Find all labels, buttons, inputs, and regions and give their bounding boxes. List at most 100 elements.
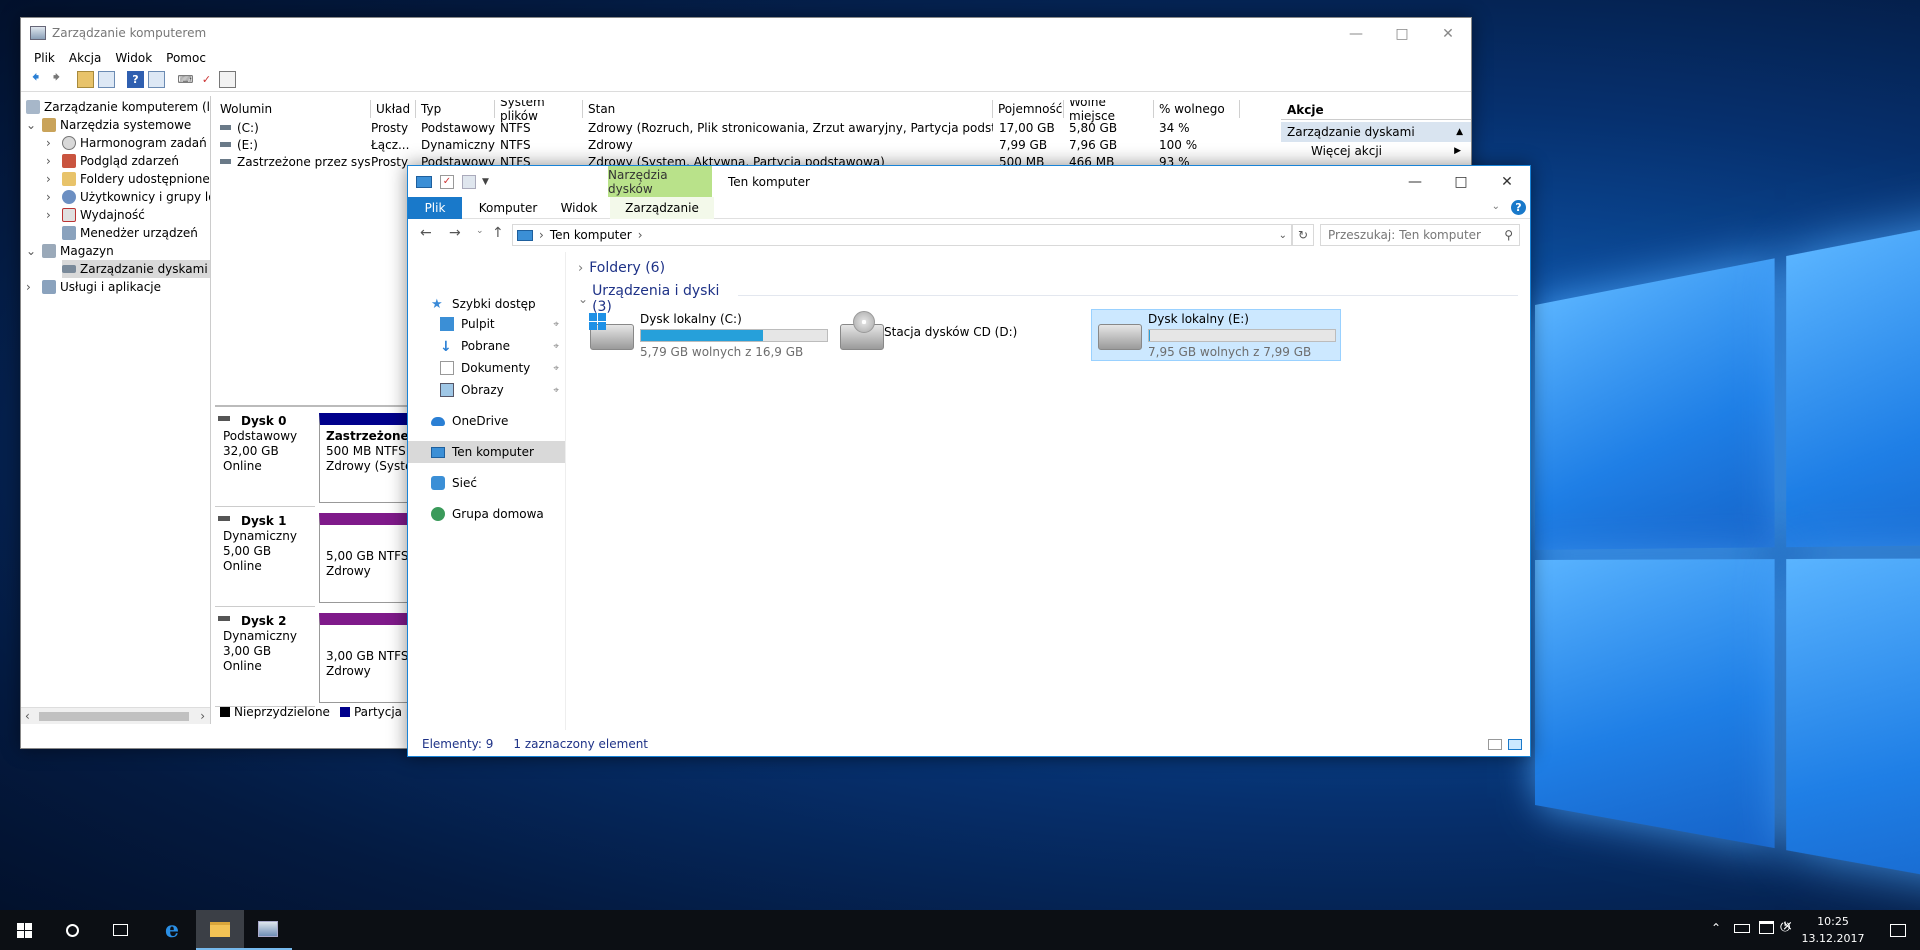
nav-item[interactable]: Sieć [408, 472, 565, 494]
properties-icon[interactable]: ✓ [440, 174, 454, 189]
col-volume[interactable]: Wolumin [215, 100, 371, 118]
col-status[interactable]: Stan [583, 100, 993, 118]
chevron-right-icon[interactable]: › [46, 190, 62, 204]
volume-cell[interactable]: 17,00 GB [999, 120, 1064, 137]
refresh-button[interactable]: ↻ [1292, 224, 1314, 246]
show-tree-icon[interactable] [98, 71, 115, 88]
details-view-icon[interactable] [1488, 738, 1502, 750]
tree-system-tools[interactable]: ⌄ Narzędzia systemowe [26, 116, 191, 134]
nav-item[interactable]: ★ Szybki dostęp [408, 293, 565, 315]
nav-item[interactable]: Dokumenty ⌖ [408, 357, 565, 379]
volume-cell[interactable]: 100 % [1159, 137, 1239, 154]
address-dropdown-icon[interactable]: ⌄ [1279, 230, 1287, 241]
tab-manage[interactable]: Zarządzanie [610, 197, 714, 219]
maximize-button[interactable]: □ [1379, 18, 1425, 49]
volume-cell[interactable]: 34 % [1159, 120, 1239, 137]
new-folder-icon[interactable] [462, 174, 476, 189]
close-button[interactable]: ✕ [1484, 166, 1530, 197]
tree-disk-management[interactable]: Zarządzanie dyskami [62, 260, 210, 278]
horizontal-scrollbar[interactable]: ‹ › [21, 707, 210, 724]
chevron-down-icon[interactable]: ⌄ [26, 118, 42, 132]
disk-info[interactable]: Dysk 1 Dynamiczny 5,00 GB Online [215, 511, 315, 607]
chevron-right-icon[interactable]: › [578, 261, 583, 276]
task-view-button[interactable] [96, 910, 144, 950]
connect-icon[interactable]: ⌨ [177, 71, 194, 88]
volume-cell[interactable]: Zastrzeżone przez system [237, 154, 371, 171]
search-box[interactable]: Przeszukaj: Ten komputer ⚲ [1320, 224, 1520, 246]
chevron-right-icon[interactable]: › [46, 172, 62, 186]
col-percent-free[interactable]: % wolnego [1154, 100, 1240, 118]
disk-info[interactable]: Dysk 0 Podstawowy 32,00 GB Online [215, 411, 315, 507]
tree-shared-folders[interactable]: › Foldery udostępnione [46, 170, 210, 188]
col-capacity[interactable]: Pojemność [993, 100, 1064, 118]
maximize-button[interactable]: □ [1438, 166, 1484, 197]
volume-cell[interactable]: Łącz... [371, 137, 416, 154]
tree-services-apps[interactable]: › Usługi i aplikacje [26, 278, 161, 296]
show-hidden-icons-icon[interactable]: ⌃ [1711, 921, 1721, 935]
breadcrumb-chevron-icon[interactable]: › [539, 228, 544, 242]
battery-icon[interactable] [1734, 924, 1750, 933]
tree-users-groups[interactable]: › Użytkownicy i grupy lok [46, 188, 210, 206]
volume-cell[interactable]: 7,99 GB [999, 137, 1064, 154]
chevron-right-icon[interactable]: › [26, 280, 42, 294]
scroll-thumb[interactable] [39, 712, 189, 721]
help-icon[interactable]: ? [127, 71, 144, 88]
minimize-button[interactable]: — [1333, 18, 1379, 49]
volume-cell[interactable]: 5,80 GB [1069, 120, 1154, 137]
volume-cell[interactable]: 7,96 GB [1069, 137, 1154, 154]
start-button[interactable] [0, 910, 48, 950]
tree-root[interactable]: Zarządzanie komputerem (loka [26, 98, 210, 116]
menu-help[interactable]: Pomoc [159, 51, 213, 65]
nav-item[interactable]: OneDrive [408, 410, 565, 432]
search-icon[interactable]: ⚲ [1504, 228, 1513, 242]
drive-tile[interactable]: Stacja dysków CD (D:) [833, 309, 1083, 361]
speaker-icon[interactable]: × [1782, 919, 1793, 934]
back-arrow-icon[interactable]: 🠸 [27, 68, 44, 88]
up-folder-icon[interactable] [77, 71, 94, 88]
network-icon[interactable] [1759, 921, 1774, 934]
recent-dropdown-icon[interactable]: ⌄ [476, 226, 484, 236]
breadcrumb-chevron-icon[interactable]: › [638, 228, 643, 242]
volume-cell[interactable]: NTFS [500, 120, 583, 137]
chevron-right-icon[interactable]: › [46, 208, 62, 222]
notifications-button[interactable] [1876, 910, 1920, 950]
back-arrow-icon[interactable]: ← [420, 225, 432, 241]
edge-taskbar-button[interactable]: e [148, 910, 196, 950]
chevron-down-icon[interactable]: ⌄ [578, 292, 588, 306]
pin-icon[interactable]: ⌖ [553, 341, 559, 352]
col-type[interactable]: Typ [416, 100, 495, 118]
nav-item[interactable]: Ten komputer [408, 441, 565, 463]
volume-cell[interactable]: Prosty [371, 120, 416, 137]
forward-arrow-icon[interactable]: → [449, 225, 461, 241]
nav-item[interactable]: Obrazy ⌖ [408, 379, 565, 401]
menu-view[interactable]: Widok [108, 51, 159, 65]
search-button[interactable] [48, 910, 96, 950]
chevron-right-icon[interactable]: › [46, 136, 62, 150]
file-explorer-taskbar-button[interactable] [196, 910, 244, 950]
computer-management-taskbar-button[interactable] [244, 910, 292, 950]
volume-cell[interactable]: Zdrowy [588, 137, 993, 154]
more-actions[interactable]: Więcej akcji ▶ [1281, 142, 1471, 160]
menu-action[interactable]: Akcja [62, 51, 108, 65]
col-free-space[interactable]: Wolne miejsce [1064, 100, 1154, 123]
tree-task-scheduler[interactable]: › Harmonogram zadań [46, 134, 207, 152]
up-arrow-icon[interactable]: ↑ [492, 225, 504, 241]
quick-access-dropdown-icon[interactable]: ▼ [482, 177, 489, 187]
scroll-left-icon[interactable]: ‹ [25, 709, 30, 723]
partition-block[interactable]: 5,00 GB NTFS Zdrowy [319, 513, 415, 603]
minimize-button[interactable]: — [1392, 166, 1438, 197]
actions-section[interactable]: Zarządzanie dyskami ▲ [1281, 122, 1471, 142]
scroll-right-icon[interactable]: › [200, 709, 205, 723]
chevron-down-icon[interactable]: ⌄ [26, 244, 42, 258]
partition-block[interactable]: Zastrzeżone p 500 MB NTFS Zdrowy (Syster [319, 413, 415, 503]
breadcrumb-this-pc[interactable]: Ten komputer [550, 228, 632, 242]
menu-file[interactable]: Plik [27, 51, 62, 65]
group-folders[interactable]: › Foldery (6) [578, 260, 665, 276]
properties-icon[interactable] [148, 71, 165, 88]
nav-item[interactable]: ↓ Pobrane ⌖ [408, 335, 565, 357]
tab-view[interactable]: Widok [548, 197, 610, 219]
volume-cell[interactable]: NTFS [500, 137, 583, 154]
pin-icon[interactable]: ⌖ [553, 385, 559, 396]
volume-cell[interactable]: Zdrowy (Rozruch, Plik stronicowania, Zrz… [588, 120, 993, 137]
close-button[interactable]: ✕ [1425, 18, 1471, 49]
